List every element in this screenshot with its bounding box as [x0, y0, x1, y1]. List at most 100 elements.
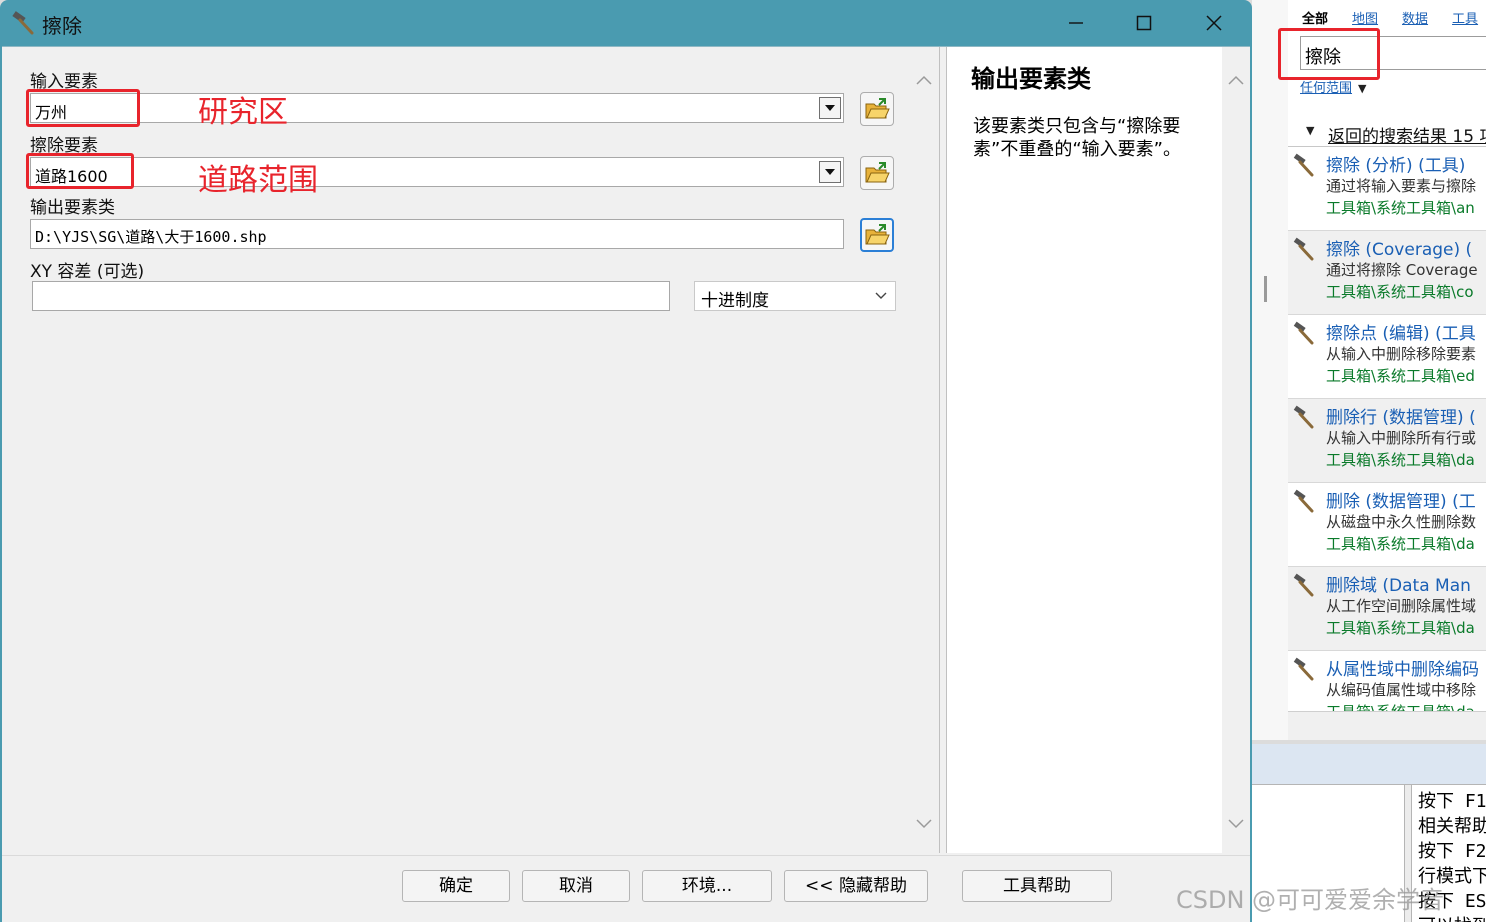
- xy-tolerance-input[interactable]: [32, 281, 670, 311]
- scroll-down-icon[interactable]: [1228, 819, 1244, 829]
- close-icon: [1206, 15, 1222, 31]
- hammer-icon: [1293, 489, 1314, 513]
- erase-dialog: 擦除 输入要素 万州 研究区 擦除要素 道路1600 道路范围 输出要素类 D:…: [0, 0, 1252, 922]
- hammer-icon: [1293, 321, 1314, 345]
- dialog-client: 输入要素 万州 研究区 擦除要素 道路1600 道路范围 输出要素类 D:\YJ…: [2, 46, 1250, 922]
- input-features-dropdown-button[interactable]: [819, 97, 841, 119]
- search-panel: 全部 地图 数据 工具 擦除 任何范围 ▼ 返回的搜索结果 15 项 ▼ 擦除 (分析) …: [1252, 0, 1486, 740]
- result-title[interactable]: 擦除 (分析) (工具): [1326, 151, 1465, 176]
- xy-tolerance-unit-select[interactable]: 十进制度: [694, 281, 896, 311]
- tab-all[interactable]: 全部: [1302, 8, 1328, 27]
- output-class-value: D:\YJS\SG\道路\大于1600.shp: [35, 228, 267, 246]
- result-path[interactable]: 工具箱\系统工具箱\da: [1326, 617, 1475, 638]
- search-result-item[interactable]: 从属性域中删除编码 从编码值属性域中移除工具箱\系统工具箱\da: [1288, 651, 1486, 711]
- output-class-input[interactable]: D:\YJS\SG\道路\大于1600.shp: [30, 219, 844, 249]
- erase-highlight-box: [26, 153, 134, 189]
- console-line: 按下 F2: [1418, 841, 1486, 862]
- hammer-icon: [1293, 237, 1314, 261]
- console-header: [1252, 744, 1486, 784]
- ok-button[interactable]: 确定: [402, 870, 510, 902]
- cancel-button[interactable]: 取消: [522, 870, 630, 902]
- help-scrollbar[interactable]: [1222, 67, 1250, 837]
- search-scope-label: 任何范围: [1300, 81, 1353, 96]
- result-title[interactable]: 删除行 (数据管理) (: [1326, 403, 1476, 428]
- results-count-dropdown[interactable]: 返回的搜索结果 15 项 ▼: [1300, 122, 1486, 147]
- results-count-label: 返回的搜索结果 15 项: [1328, 127, 1486, 147]
- tab-maps[interactable]: 地图: [1352, 8, 1378, 27]
- result-description: 从工作空间删除属性域: [1326, 597, 1477, 615]
- erase-features-browse-button[interactable]: [860, 156, 894, 190]
- result-path[interactable]: 工具箱\系统工具箱\co: [1326, 281, 1474, 302]
- result-description: 从输入中删除所有行或: [1326, 429, 1477, 447]
- tool-help-button[interactable]: 工具帮助: [962, 870, 1112, 902]
- dropdown-arrow-icon: [825, 104, 835, 111]
- search-highlight-box: [1278, 28, 1380, 80]
- scroll-up-icon[interactable]: [1228, 75, 1244, 85]
- environments-button[interactable]: 环境...: [642, 870, 772, 902]
- input-highlight-box: [26, 89, 140, 127]
- help-text: 该要素类只包含与“擦除要素”不重叠的“输入要素”。: [973, 116, 1181, 160]
- console-line: 可以找到: [1418, 914, 1486, 922]
- search-result-item[interactable]: 删除行 (数据管理) (从输入中删除所有行或 工具箱\系统工具箱\da: [1288, 399, 1486, 483]
- hammer-icon: [1293, 657, 1314, 681]
- tab-tools[interactable]: 工具: [1452, 8, 1478, 27]
- watermark: CSDN @可可爱爱余学音: [1176, 886, 1445, 914]
- scroll-down-icon[interactable]: [916, 819, 932, 829]
- search-panel-scrollbar[interactable]: [1252, 0, 1288, 740]
- result-path[interactable]: 工具箱\系统工具箱\da: [1326, 449, 1475, 470]
- close-button[interactable]: [1194, 6, 1234, 40]
- result-description: 从磁盘中永久性删除数: [1326, 513, 1477, 531]
- search-result-item[interactable]: 删除 (数据管理) (工 从磁盘中永久性删除数 工具箱\系统工具箱\da: [1288, 483, 1486, 567]
- result-title[interactable]: 删除域 (Data Man: [1326, 571, 1471, 596]
- open-folder-icon: [865, 224, 890, 245]
- search-panel-body: 全部 地图 数据 工具 擦除 任何范围 ▼ 返回的搜索结果 15 项 ▼ 擦除 (分析) …: [1288, 0, 1486, 712]
- result-path[interactable]: 工具箱\系统工具箱\ed: [1326, 365, 1475, 386]
- search-results-list: 擦除 (分析) (工具) 通过将输入要素与擦除 工具箱\系统工具箱\an 擦除 (Co…: [1288, 146, 1486, 711]
- result-path[interactable]: 工具箱\系统工具箱\da: [1326, 533, 1475, 554]
- chevron-down-icon: [875, 292, 887, 299]
- input-features-browse-button[interactable]: [860, 92, 894, 126]
- search-result-item[interactable]: 擦除点 (编辑) (工具 从输入中删除移除要素 工具箱\系统工具箱\ed: [1288, 315, 1486, 399]
- open-folder-icon: [865, 162, 890, 183]
- search-result-item[interactable]: 擦除 (Coverage) (通过将擦除 Coverage 工具箱\系统工具箱\c…: [1288, 231, 1486, 315]
- result-path[interactable]: 工具箱\系统工具箱\da: [1326, 701, 1475, 711]
- input-annotation: 研究区: [198, 95, 288, 130]
- hammer-icon: [1293, 405, 1314, 429]
- result-description: 从编码值属性域中移除: [1326, 681, 1477, 699]
- console-line: 相关帮助: [1418, 816, 1486, 837]
- minimize-button[interactable]: [1056, 6, 1096, 40]
- minimize-icon: [1069, 22, 1083, 24]
- result-title[interactable]: 删除 (数据管理) (工: [1326, 487, 1476, 512]
- tab-data[interactable]: 数据: [1402, 8, 1428, 27]
- result-description: 通过将擦除 Coverage: [1326, 261, 1478, 279]
- console-line: 按下 F1: [1418, 791, 1486, 812]
- xy-tolerance-label: XY 容差 (可选): [30, 262, 145, 282]
- search-result-item[interactable]: 擦除 (分析) (工具) 通过将输入要素与擦除 工具箱\系统工具箱\an: [1288, 147, 1486, 231]
- result-title[interactable]: 擦除点 (编辑) (工具: [1326, 319, 1476, 344]
- result-path[interactable]: 工具箱\系统工具箱\an: [1326, 197, 1475, 218]
- chevron-down-icon: ▼: [1358, 82, 1367, 95]
- title-bar[interactable]: 擦除: [0, 0, 1252, 46]
- result-description: 通过将输入要素与擦除: [1326, 177, 1477, 195]
- erase-features-combo[interactable]: 道路1600: [30, 157, 844, 187]
- result-title[interactable]: 从属性域中删除编码: [1326, 655, 1479, 680]
- erase-features-dropdown-button[interactable]: [819, 161, 841, 183]
- result-title[interactable]: 擦除 (Coverage) (: [1326, 235, 1472, 260]
- output-class-browse-button[interactable]: [860, 218, 894, 252]
- scroll-grip[interactable]: [1264, 276, 1267, 302]
- search-tabs: 全部 地图 数据 工具: [1302, 8, 1486, 27]
- hide-help-button[interactable]: << 隐藏帮助: [784, 870, 928, 902]
- input-features-combo[interactable]: 万州: [30, 93, 844, 123]
- output-class-label: 输出要素类: [30, 198, 115, 218]
- hammer-icon: [12, 11, 34, 35]
- help-panel: 输出要素类 该要素类只包含与“擦除要素”不重叠的“输入要素”。: [946, 47, 1222, 853]
- dialog-button-bar: 确定 取消 环境... << 隐藏帮助 工具帮助: [2, 855, 1250, 922]
- scroll-up-icon[interactable]: [916, 75, 932, 85]
- search-result-item[interactable]: 删除域 (Data Man 从工作空间删除属性域 工具箱\系统工具箱\da: [1288, 567, 1486, 651]
- form-scrollbar[interactable]: [910, 67, 938, 837]
- chevron-down-icon: ▼: [1306, 124, 1315, 137]
- help-title: 输出要素类: [971, 65, 1091, 93]
- maximize-button[interactable]: [1124, 6, 1164, 40]
- open-folder-icon: [865, 98, 890, 119]
- erase-annotation: 道路范围: [198, 163, 318, 198]
